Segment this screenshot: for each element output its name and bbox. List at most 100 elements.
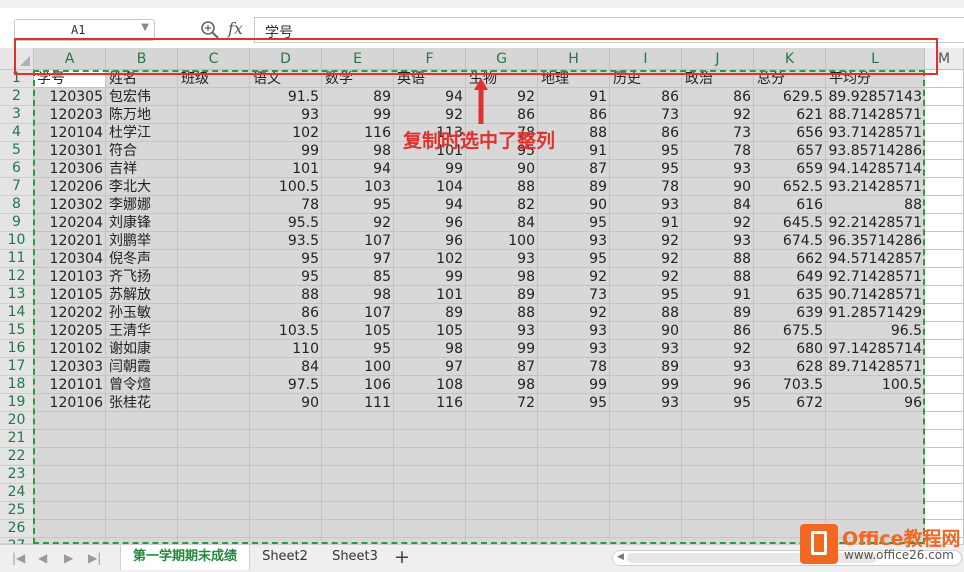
- table-cell[interactable]: 齐飞扬: [106, 268, 178, 286]
- row-header[interactable]: 5: [0, 142, 34, 160]
- column-header-k[interactable]: K: [754, 48, 826, 70]
- table-cell[interactable]: 120105: [34, 286, 106, 304]
- table-cell[interactable]: 92: [682, 214, 754, 232]
- table-cell[interactable]: 93: [682, 358, 754, 376]
- column-header-m[interactable]: M: [925, 48, 964, 70]
- header-cell[interactable]: 学号: [34, 70, 106, 88]
- row-header[interactable]: 26: [0, 520, 34, 538]
- table-cell[interactable]: [178, 124, 250, 142]
- table-cell[interactable]: 672: [754, 394, 826, 412]
- table-cell[interactable]: 110: [250, 340, 322, 358]
- table-cell[interactable]: 120203: [34, 106, 106, 124]
- table-cell[interactable]: 谢如康: [106, 340, 178, 358]
- table-cell[interactable]: 120202: [34, 304, 106, 322]
- table-cell[interactable]: 120101: [34, 376, 106, 394]
- table-cell[interactable]: 89: [322, 88, 394, 106]
- row-header[interactable]: 14: [0, 304, 34, 322]
- table-cell[interactable]: 73: [538, 286, 610, 304]
- select-all-corner[interactable]: [0, 48, 34, 70]
- table-cell[interactable]: 100: [466, 232, 538, 250]
- table-cell[interactable]: 95: [682, 394, 754, 412]
- header-cell[interactable]: 平均分: [826, 70, 925, 88]
- header-cell[interactable]: 地理: [538, 70, 610, 88]
- table-cell[interactable]: 92: [610, 232, 682, 250]
- table-cell[interactable]: 92.71428571: [826, 268, 925, 286]
- table-cell[interactable]: 73: [682, 124, 754, 142]
- table-cell[interactable]: 102: [394, 250, 466, 268]
- table-cell[interactable]: 93: [682, 232, 754, 250]
- table-cell[interactable]: 120304: [34, 250, 106, 268]
- row-header[interactable]: 8: [0, 196, 34, 214]
- table-cell[interactable]: 苏解放: [106, 286, 178, 304]
- table-cell[interactable]: [178, 160, 250, 178]
- table-cell[interactable]: 628: [754, 358, 826, 376]
- table-cell[interactable]: 120302: [34, 196, 106, 214]
- table-cell[interactable]: 陈万地: [106, 106, 178, 124]
- row-header[interactable]: 1: [0, 70, 34, 88]
- table-cell[interactable]: 91: [610, 214, 682, 232]
- table-cell[interactable]: 王清华: [106, 322, 178, 340]
- table-cell[interactable]: 78: [250, 196, 322, 214]
- column-header-g[interactable]: G: [466, 48, 538, 70]
- table-cell[interactable]: 92.21428571: [826, 214, 925, 232]
- table-cell[interactable]: 94.14285714: [826, 160, 925, 178]
- table-cell[interactable]: 107: [322, 232, 394, 250]
- table-cell[interactable]: 84: [682, 196, 754, 214]
- table-cell[interactable]: 635: [754, 286, 826, 304]
- header-cell[interactable]: 数学: [322, 70, 394, 88]
- table-cell[interactable]: 657: [754, 142, 826, 160]
- table-cell[interactable]: 92: [322, 214, 394, 232]
- table-cell[interactable]: 120201: [34, 232, 106, 250]
- table-cell[interactable]: 倪冬声: [106, 250, 178, 268]
- column-header-b[interactable]: B: [106, 48, 178, 70]
- table-cell[interactable]: 106: [322, 376, 394, 394]
- table-cell[interactable]: 96: [394, 214, 466, 232]
- last-sheet-icon[interactable]: ▶|: [88, 551, 101, 565]
- table-cell[interactable]: 95: [538, 214, 610, 232]
- table-cell[interactable]: 120306: [34, 160, 106, 178]
- table-cell[interactable]: [178, 106, 250, 124]
- table-cell[interactable]: 120301: [34, 142, 106, 160]
- table-cell[interactable]: 120206: [34, 178, 106, 196]
- table-cell[interactable]: 98: [466, 268, 538, 286]
- row-header[interactable]: 19: [0, 394, 34, 412]
- column-header-a[interactable]: A: [34, 48, 106, 70]
- table-cell[interactable]: [178, 376, 250, 394]
- table-cell[interactable]: 88: [466, 304, 538, 322]
- table-cell[interactable]: 91: [538, 88, 610, 106]
- table-cell[interactable]: 105: [322, 322, 394, 340]
- table-cell[interactable]: 88: [466, 178, 538, 196]
- prev-sheet-icon[interactable]: ◀: [38, 551, 47, 565]
- row-header[interactable]: 23: [0, 466, 34, 484]
- table-cell[interactable]: 闫朝霞: [106, 358, 178, 376]
- first-sheet-icon[interactable]: |◀: [12, 551, 25, 565]
- table-cell[interactable]: 656: [754, 124, 826, 142]
- table-cell[interactable]: 91.28571429: [826, 304, 925, 322]
- header-cell[interactable]: 政治: [682, 70, 754, 88]
- table-cell[interactable]: 刘康锋: [106, 214, 178, 232]
- table-cell[interactable]: 86: [538, 106, 610, 124]
- row-header[interactable]: 9: [0, 214, 34, 232]
- table-cell[interactable]: 95: [250, 268, 322, 286]
- table-cell[interactable]: 616: [754, 196, 826, 214]
- table-cell[interactable]: 98: [466, 376, 538, 394]
- table-cell[interactable]: 78: [538, 358, 610, 376]
- table-cell[interactable]: 116: [322, 124, 394, 142]
- table-cell[interactable]: 89: [610, 358, 682, 376]
- row-header[interactable]: 22: [0, 448, 34, 466]
- table-cell[interactable]: [178, 232, 250, 250]
- table-cell[interactable]: [178, 142, 250, 160]
- header-cell[interactable]: 姓名: [106, 70, 178, 88]
- table-cell[interactable]: 99: [394, 160, 466, 178]
- tab-sheet-1[interactable]: 第一学期期末成绩: [120, 545, 250, 570]
- table-cell[interactable]: 符合: [106, 142, 178, 160]
- table-cell[interactable]: 84: [466, 214, 538, 232]
- table-cell[interactable]: 93: [610, 196, 682, 214]
- table-cell[interactable]: 639: [754, 304, 826, 322]
- table-cell[interactable]: 101: [250, 160, 322, 178]
- table-cell[interactable]: 95: [250, 250, 322, 268]
- table-cell[interactable]: 90: [538, 196, 610, 214]
- table-cell[interactable]: 120106: [34, 394, 106, 412]
- zoom-icon[interactable]: [200, 20, 220, 40]
- chevron-down-icon[interactable]: ▼: [141, 22, 149, 33]
